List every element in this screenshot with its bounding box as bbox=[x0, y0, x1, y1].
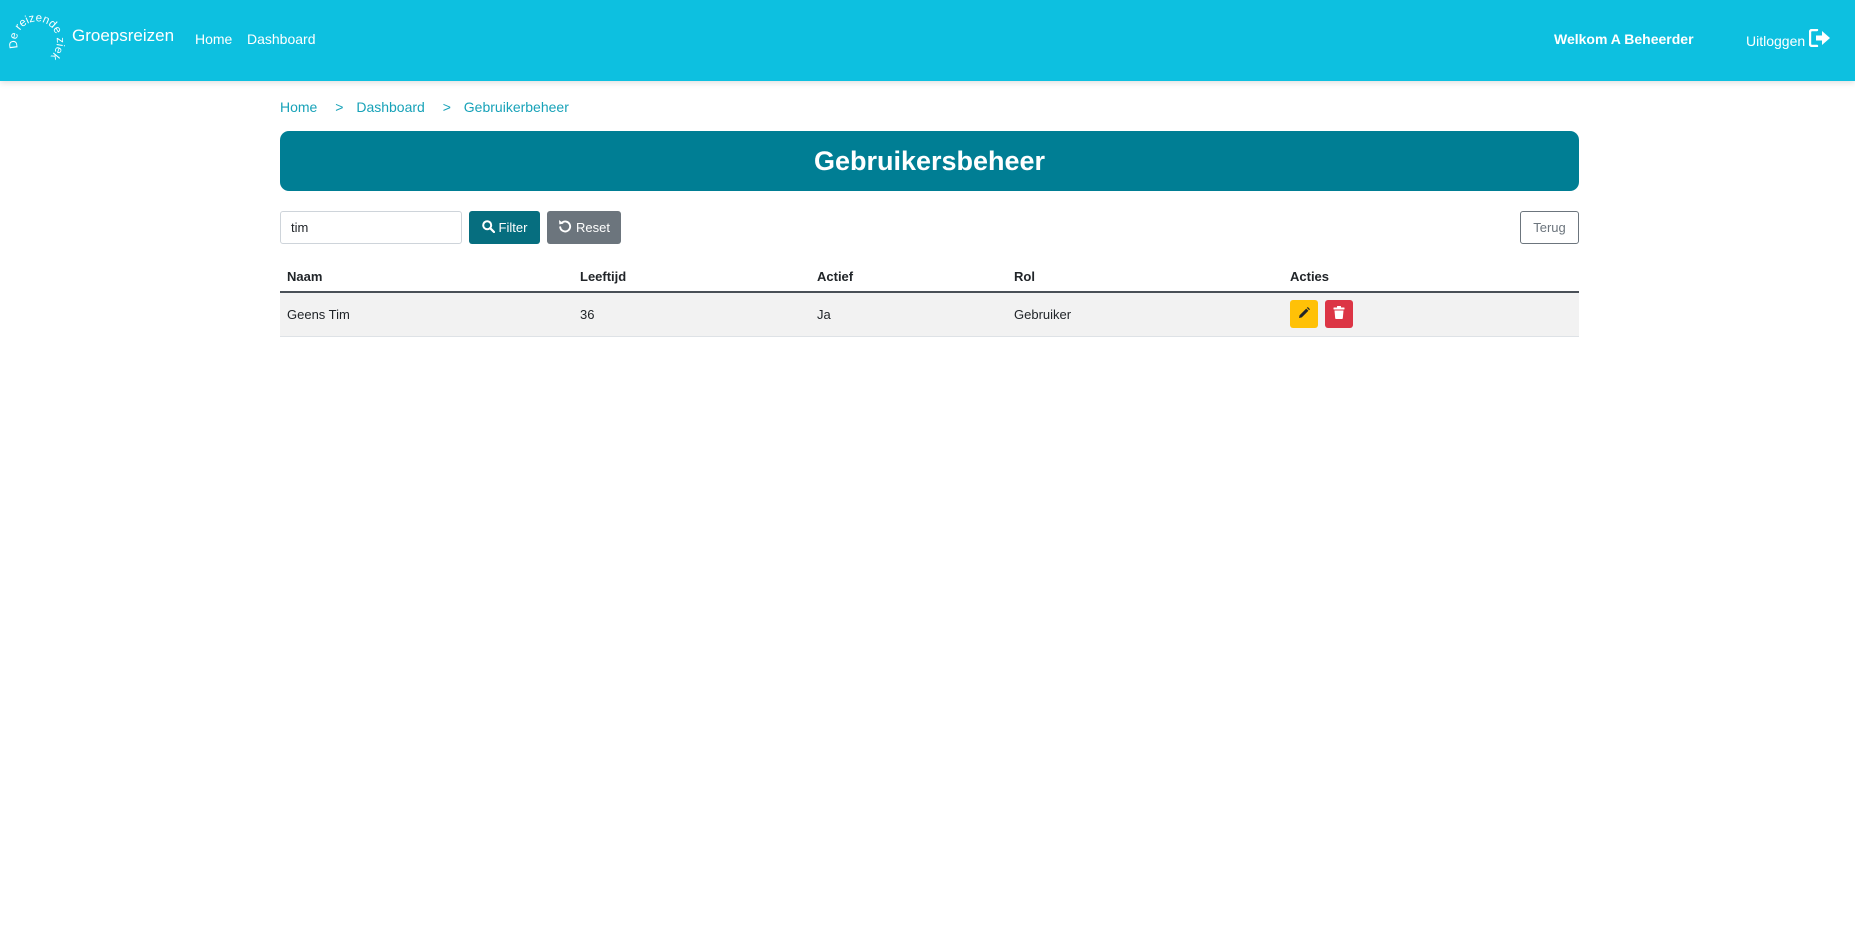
column-header-leeftijd: Leeftijd bbox=[573, 262, 810, 293]
logout-link[interactable]: Uitloggen bbox=[1746, 28, 1831, 50]
table-header-row: Naam Leeftijd Actief Rol Acties bbox=[280, 262, 1579, 293]
search-input[interactable] bbox=[280, 211, 462, 244]
breadcrumb-separator: > bbox=[442, 99, 451, 115]
pencil-icon bbox=[1298, 306, 1310, 322]
cell-acties bbox=[1283, 292, 1579, 337]
back-button[interactable]: Terug bbox=[1520, 211, 1579, 244]
nav-link-home[interactable]: Home bbox=[195, 31, 232, 47]
delete-button[interactable] bbox=[1325, 300, 1353, 329]
logo-text: De reizende ziekenkas bbox=[5, 3, 66, 62]
breadcrumb-separator: > bbox=[335, 99, 344, 115]
title-banner: Gebruikersbeheer bbox=[280, 131, 1579, 191]
cell-naam: Geens Tim bbox=[280, 292, 573, 337]
cell-leeftijd: 36 bbox=[573, 292, 810, 337]
page-title: Gebruikersbeheer bbox=[813, 145, 1046, 176]
search-icon bbox=[481, 219, 495, 236]
navbar: De reizende ziekenkas Groepsreizen Home … bbox=[0, 0, 1855, 81]
cell-rol: Gebruiker bbox=[1007, 292, 1283, 337]
breadcrumb-gebruikerbeheer[interactable]: Gebruikerbeheer bbox=[464, 99, 569, 115]
nav-link-dashboard[interactable]: Dashboard bbox=[247, 31, 316, 47]
column-header-acties: Acties bbox=[1283, 262, 1579, 293]
breadcrumb-dashboard[interactable]: Dashboard bbox=[356, 99, 425, 115]
users-table: Naam Leeftijd Actief Rol Acties Geens Ti… bbox=[280, 262, 1579, 337]
reset-button[interactable]: Reset bbox=[547, 211, 621, 244]
column-header-naam: Naam bbox=[280, 262, 573, 293]
breadcrumb-home[interactable]: Home bbox=[280, 99, 317, 115]
trash-icon bbox=[1333, 306, 1345, 322]
brand-name[interactable]: Groepsreizen bbox=[72, 26, 174, 46]
brand-logo[interactable]: De reizende ziekenkas bbox=[5, 3, 66, 70]
filter-button-label: Filter bbox=[498, 220, 528, 235]
undo-icon bbox=[558, 219, 572, 236]
breadcrumb: Home > Dashboard > Gebruikerbeheer bbox=[280, 99, 569, 115]
column-header-actief: Actief bbox=[810, 262, 1007, 293]
column-header-rol: Rol bbox=[1007, 262, 1283, 293]
sign-out-icon bbox=[1808, 28, 1831, 50]
edit-button[interactable] bbox=[1290, 300, 1318, 329]
welcome-message: Welkom A Beheerder bbox=[1554, 31, 1694, 47]
filter-button[interactable]: Filter bbox=[469, 211, 540, 244]
table-row: Geens Tim 36 Ja Gebruiker bbox=[280, 292, 1579, 337]
cell-actief: Ja bbox=[810, 292, 1007, 337]
svg-text:De reizende ziekenkas: De reizende ziekenkas bbox=[8, 12, 66, 62]
reset-button-label: Reset bbox=[576, 220, 610, 235]
logout-label: Uitloggen bbox=[1746, 32, 1806, 49]
row-actions bbox=[1290, 300, 1572, 329]
